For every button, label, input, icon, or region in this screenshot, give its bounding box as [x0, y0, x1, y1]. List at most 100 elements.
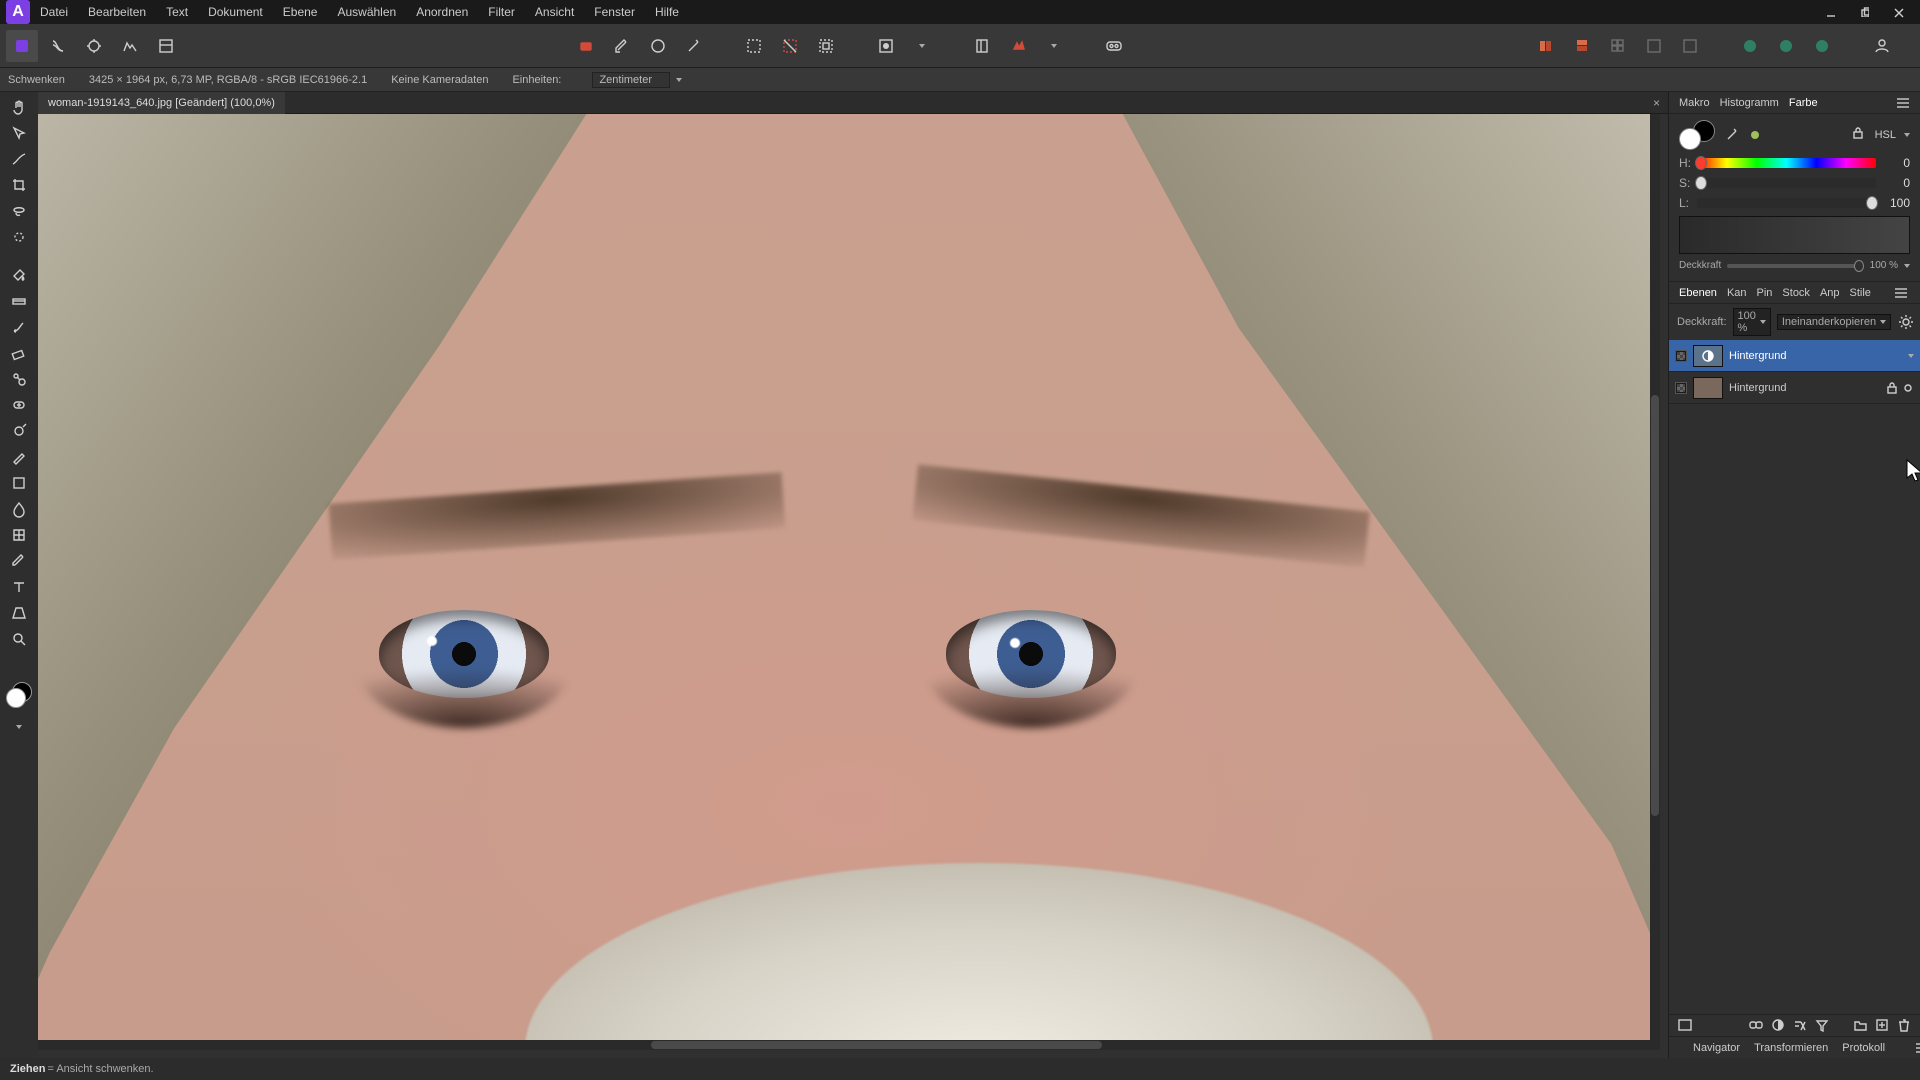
crop-tool[interactable]	[6, 174, 32, 196]
vr-preview-button[interactable]	[1098, 30, 1130, 62]
delete-layer-button[interactable]	[1896, 1018, 1912, 1034]
menu-ebene[interactable]: Ebene	[273, 0, 328, 24]
gear-icon[interactable]	[1897, 314, 1913, 330]
layer-name[interactable]: Hintergrund	[1729, 350, 1902, 362]
vertical-scrollbar[interactable]	[1650, 114, 1660, 1050]
text-tool[interactable]	[6, 576, 32, 598]
window-close-button[interactable]	[1882, 2, 1914, 22]
tab-stock[interactable]: Stock	[1782, 287, 1810, 299]
cloud-1-button[interactable]	[1734, 30, 1766, 62]
layer-thumbnail[interactable]	[1693, 345, 1723, 367]
color-mode-select[interactable]: HSL	[1875, 129, 1896, 141]
record-button[interactable]	[570, 30, 602, 62]
autolevels-button[interactable]	[1002, 30, 1034, 62]
quickmask-dropdown[interactable]	[906, 30, 938, 62]
blend-mode-select[interactable]: Ineinanderkopieren	[1777, 314, 1891, 330]
opacity-slider[interactable]	[1727, 264, 1863, 268]
visible-icon[interactable]	[1902, 382, 1914, 394]
gradient-tool[interactable]	[6, 290, 32, 312]
menu-dokument[interactable]: Dokument	[198, 0, 273, 24]
bottom-panel-menu[interactable]	[1913, 1039, 1920, 1057]
selection-all-button[interactable]	[810, 30, 842, 62]
wand-button[interactable]	[678, 30, 710, 62]
tab-ebenen[interactable]: Ebenen	[1679, 287, 1717, 299]
lightness-slider[interactable]	[1697, 198, 1876, 208]
history-button[interactable]	[1674, 30, 1706, 62]
saturation-slider[interactable]	[1697, 178, 1876, 188]
persona-photo-button[interactable]	[6, 30, 38, 62]
persona-liquify-button[interactable]	[42, 30, 74, 62]
tab-histogramm[interactable]: Histogramm	[1720, 97, 1779, 109]
persona-tone-button[interactable]	[114, 30, 146, 62]
selection-invert-button[interactable]	[774, 30, 806, 62]
horizontal-scrollbar[interactable]	[38, 1040, 1650, 1050]
panel-color-swatches[interactable]	[1679, 120, 1715, 150]
layer-row[interactable]: Hintergrund	[1669, 372, 1920, 404]
color-wheel-button[interactable]	[642, 30, 674, 62]
live-filter-button[interactable]	[1814, 1018, 1830, 1034]
brush-tool[interactable]	[6, 316, 32, 338]
menu-filter[interactable]: Filter	[478, 0, 525, 24]
tab-navigator[interactable]: Navigator	[1693, 1042, 1740, 1054]
adjustment-layer-button[interactable]	[1770, 1018, 1786, 1034]
cloud-2-button[interactable]	[1770, 30, 1802, 62]
persona-develop-button[interactable]	[78, 30, 110, 62]
node-tool[interactable]	[6, 148, 32, 170]
shape-tool[interactable]	[6, 472, 32, 494]
layer-opacity-field[interactable]: 100 %	[1733, 308, 1771, 336]
zoom-tool[interactable]	[6, 628, 32, 650]
layer-visibility-checkbox[interactable]	[1675, 382, 1687, 394]
lightness-value[interactable]: 100	[1882, 196, 1910, 210]
menu-fenster[interactable]: Fenster	[584, 0, 645, 24]
document-tab[interactable]: woman-1919143_640.jpg [Geändert] (100,0%…	[38, 92, 285, 114]
layer-visibility-checkbox[interactable]	[1675, 350, 1687, 362]
tab-stile[interactable]: Stile	[1850, 287, 1871, 299]
swap-colors-button[interactable]	[6, 716, 32, 738]
fill-tool[interactable]	[6, 264, 32, 286]
tab-protokoll[interactable]: Protokoll	[1842, 1042, 1885, 1054]
persona-export-button[interactable]	[150, 30, 182, 62]
perspective-tool[interactable]	[6, 602, 32, 624]
units-select[interactable]: Zentimeter	[592, 72, 670, 88]
canvas[interactable]	[38, 114, 1660, 1050]
quickmask-button[interactable]	[870, 30, 902, 62]
layers-panel-menu[interactable]	[1892, 284, 1910, 302]
menu-datei[interactable]: Datei	[30, 0, 78, 24]
crop-apply-button[interactable]	[966, 30, 998, 62]
menu-text[interactable]: Text	[156, 0, 198, 24]
chevron-down-icon[interactable]	[1908, 354, 1914, 358]
opacity-value[interactable]: 100 %	[1870, 260, 1898, 271]
panel-menu-button[interactable]	[1894, 95, 1910, 111]
tab-anp[interactable]: Anp	[1820, 287, 1840, 299]
menu-ansicht[interactable]: Ansicht	[525, 0, 584, 24]
color-swatch-pair[interactable]	[6, 682, 32, 708]
account-button[interactable]	[1866, 30, 1898, 62]
menu-anordnen[interactable]: Anordnen	[406, 0, 478, 24]
hand-tool[interactable]	[6, 96, 32, 118]
heal-tool[interactable]	[6, 394, 32, 416]
eraser-tool[interactable]	[6, 342, 32, 364]
tab-farbe[interactable]: Farbe	[1789, 97, 1818, 109]
dodge-tool[interactable]	[6, 420, 32, 442]
hue-value[interactable]: 0	[1882, 156, 1910, 170]
tab-transformieren[interactable]: Transformieren	[1754, 1042, 1828, 1054]
link-icon[interactable]	[1748, 1018, 1764, 1034]
group-layers-button[interactable]	[1852, 1018, 1868, 1034]
clone-tool[interactable]	[6, 368, 32, 390]
tab-pin[interactable]: Pin	[1757, 287, 1773, 299]
mask-layer-button[interactable]	[1677, 1018, 1693, 1034]
move-tool[interactable]	[6, 122, 32, 144]
autolevels-dropdown[interactable]	[1038, 30, 1070, 62]
window-restore-button[interactable]	[1848, 2, 1880, 22]
layer-row[interactable]: Hintergrund	[1669, 340, 1920, 372]
color-preview-box[interactable]	[1679, 216, 1910, 254]
lock-icon[interactable]	[1851, 126, 1863, 144]
cloud-3-button[interactable]	[1806, 30, 1838, 62]
brush-sel-tool[interactable]	[6, 226, 32, 248]
layer-name[interactable]: Hintergrund	[1729, 382, 1880, 394]
blur-tool[interactable]	[6, 498, 32, 520]
picker-tool[interactable]	[6, 550, 32, 572]
hue-slider[interactable]	[1697, 158, 1876, 168]
menu-auswaehlen[interactable]: Auswählen	[327, 0, 406, 24]
arrange-horiz-button[interactable]	[1530, 30, 1562, 62]
